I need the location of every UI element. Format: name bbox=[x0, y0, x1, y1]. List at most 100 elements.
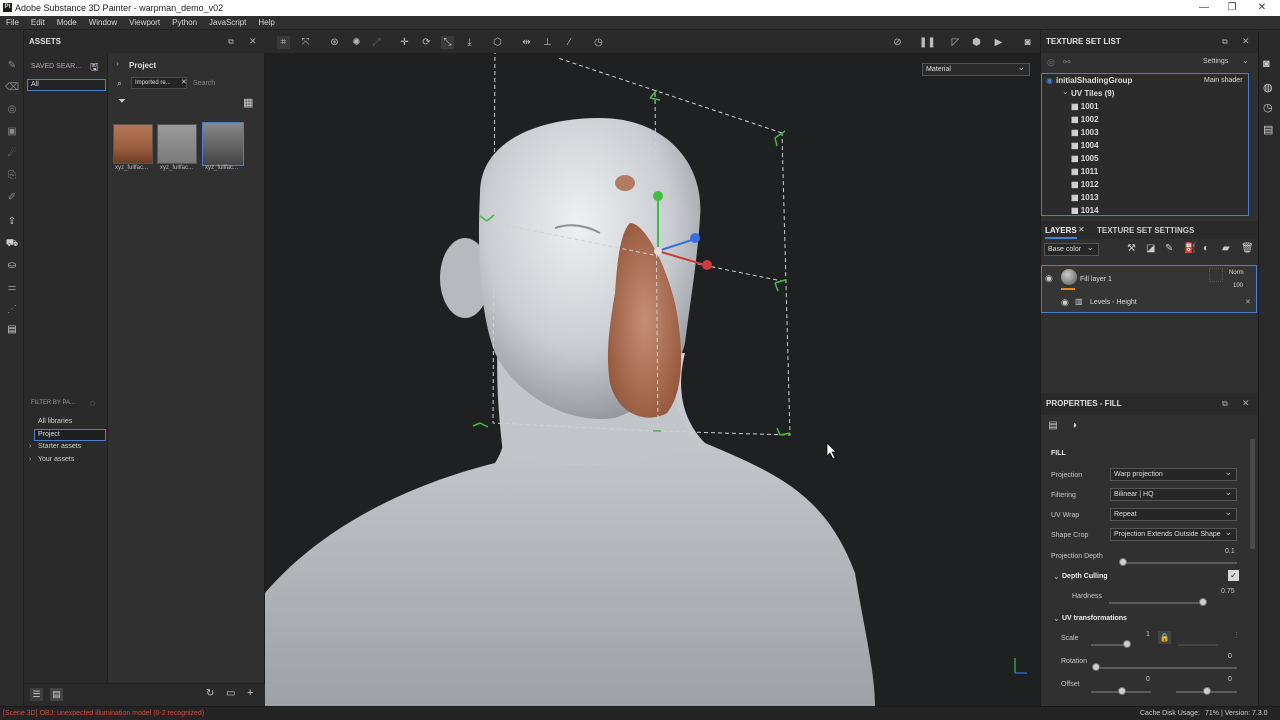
video-icon[interactable]: ▶ bbox=[992, 36, 1005, 49]
visibility-icon[interactable]: ◎ bbox=[1047, 57, 1055, 68]
grid-view-icon[interactable]: ▦ bbox=[243, 96, 253, 109]
shelf-icon[interactable]: ▤ bbox=[5, 323, 19, 337]
tab-layers[interactable]: LAYERS bbox=[1045, 226, 1077, 239]
chevron-right-icon[interactable]: › bbox=[116, 59, 119, 68]
add-icon[interactable]: + bbox=[247, 687, 253, 699]
chevron-right-icon[interactable]: › bbox=[29, 456, 31, 463]
light-icon[interactable]: ✺ bbox=[350, 36, 363, 49]
menu-python[interactable]: Python bbox=[166, 16, 203, 30]
filtering-dropdown[interactable]: Bilinear | HQ bbox=[1110, 487, 1237, 501]
camera-settings-icon[interactable]: ◙ bbox=[1263, 58, 1270, 70]
assets-icon[interactable]: ⇪ bbox=[5, 215, 19, 229]
cube-icon[interactable]: ⬡ bbox=[491, 36, 504, 49]
align-icon[interactable]: ⊥ bbox=[541, 36, 554, 49]
menu-file[interactable]: File bbox=[0, 16, 25, 30]
clone-icon[interactable]: ⎘ bbox=[5, 169, 19, 183]
link-icon[interactable]: ⚯ bbox=[1063, 57, 1071, 68]
uv-tile[interactable]: ▦ 1005 bbox=[1071, 152, 1246, 165]
detail-view-icon[interactable]: ▤ bbox=[50, 688, 63, 701]
menu-edit[interactable]: Edit bbox=[25, 16, 51, 30]
chevron-down-icon[interactable]: ⌄ bbox=[1242, 56, 1249, 65]
slider-knob[interactable] bbox=[1123, 640, 1131, 648]
slider-knob[interactable] bbox=[1199, 598, 1208, 606]
rotation-slider[interactable] bbox=[1099, 667, 1237, 669]
chevron-down-icon[interactable]: ⌄ bbox=[1053, 614, 1060, 623]
filter-icon[interactable]: ⏷ bbox=[118, 96, 126, 107]
crop-icon[interactable]: ⌗ bbox=[277, 36, 290, 49]
3d-view-icon[interactable]: ⬢ bbox=[970, 36, 983, 49]
add-fill-layer-icon[interactable]: ⛽ bbox=[1184, 243, 1196, 254]
search-input[interactable]: Search bbox=[193, 80, 215, 87]
offset-y-value[interactable]: 0 bbox=[1228, 676, 1232, 683]
viewport-scene[interactable] bbox=[265, 53, 1040, 706]
shading-group[interactable]: initialShadingGroup bbox=[1056, 74, 1132, 87]
add-mask-icon[interactable]: ◪ bbox=[1146, 243, 1155, 254]
uv-tiles-label[interactable]: UV Tiles (9) bbox=[1071, 87, 1114, 100]
projection-depth-value[interactable]: 0.1 bbox=[1225, 548, 1235, 555]
close-panel-icon[interactable]: ✕ bbox=[1242, 398, 1250, 409]
properties-scrollbar[interactable] bbox=[1250, 439, 1255, 549]
annotation-icon[interactable]: ⋰ bbox=[5, 303, 19, 317]
close-icon[interactable]: ✕ bbox=[1252, 2, 1272, 14]
offset-x-value[interactable]: 0 bbox=[1146, 676, 1150, 683]
projection-depth-slider[interactable] bbox=[1121, 562, 1237, 564]
mirror-icon[interactable]: ⇹ bbox=[520, 36, 533, 49]
move-icon[interactable]: ✛ bbox=[398, 36, 411, 49]
clock-icon[interactable]: ◷ bbox=[592, 36, 605, 49]
eye-icon[interactable]: ◉ bbox=[1061, 297, 1069, 308]
transform-icon[interactable]: ⤧ bbox=[299, 36, 312, 49]
history-icon[interactable]: ◷ bbox=[1263, 101, 1273, 114]
slider-knob[interactable] bbox=[1119, 558, 1128, 566]
add-smart-material-icon[interactable]: ◐ bbox=[1203, 243, 1209, 254]
screenshot-icon[interactable]: ◙ bbox=[1021, 36, 1034, 49]
breadcrumb[interactable]: Project bbox=[129, 61, 156, 70]
undock-icon[interactable]: ⧉ bbox=[1222, 37, 1228, 47]
filter-input[interactable]: All bbox=[27, 79, 106, 91]
uv-tile[interactable]: ▦ 1001 bbox=[1071, 100, 1246, 113]
pause-icon[interactable]: ❚❚ bbox=[919, 36, 936, 49]
menu-help[interactable]: Help bbox=[252, 16, 280, 30]
new-folder-icon[interactable]: ▭ bbox=[226, 688, 235, 699]
2d-view-icon[interactable]: ◸ bbox=[949, 36, 962, 49]
scale-value[interactable]: 1 bbox=[1146, 631, 1150, 638]
status-error[interactable]: [Scene 3D] OBJ: unexpected illumination … bbox=[3, 707, 204, 720]
display-settings-icon[interactable]: ◍ bbox=[1263, 81, 1273, 94]
mask-slot[interactable] bbox=[1209, 268, 1223, 282]
menu-window[interactable]: Window bbox=[83, 16, 123, 30]
paint-brush-icon[interactable]: ✎ bbox=[5, 59, 19, 73]
smudge-icon[interactable]: ☄ bbox=[5, 147, 19, 161]
uv-tile[interactable]: ▦ 1003 bbox=[1071, 126, 1246, 139]
asset-thumbnail-selected[interactable] bbox=[202, 122, 244, 166]
layer-name[interactable]: Fill layer 1 bbox=[1080, 276, 1112, 283]
picker-icon[interactable]: ✐ bbox=[5, 191, 19, 205]
uv-wrap-dropdown[interactable]: Repeat bbox=[1110, 507, 1237, 521]
eye-icon[interactable]: ◉ bbox=[1045, 273, 1053, 284]
library-starter[interactable]: Starter assets bbox=[38, 443, 81, 450]
lock-icon[interactable]: 🔒 bbox=[1158, 631, 1171, 644]
properties-tab-icon[interactable]: ▤ bbox=[1046, 419, 1060, 433]
hardness-slider[interactable] bbox=[1109, 602, 1205, 604]
depth-culling-checkbox[interactable]: ✓ bbox=[1228, 570, 1239, 581]
shape-crop-dropdown[interactable]: Projection Extends Outside Shape bbox=[1110, 527, 1237, 541]
eye-icon[interactable]: ◉ bbox=[1046, 76, 1053, 85]
camera-off-icon[interactable]: ⊘ bbox=[891, 36, 904, 49]
uv-tile[interactable]: ▦ 1014 bbox=[1071, 204, 1246, 214]
library-your-assets[interactable]: Your assets bbox=[38, 456, 74, 463]
slider-knob[interactable] bbox=[1118, 687, 1126, 695]
close-tab-icon[interactable]: ✕ bbox=[1078, 225, 1085, 234]
menu-viewport[interactable]: Viewport bbox=[123, 16, 166, 30]
remove-effect-icon[interactable]: ✕ bbox=[1245, 298, 1251, 306]
rotation-value[interactable]: 0 bbox=[1228, 653, 1232, 660]
tab-texture-set-settings[interactable]: TEXTURE SET SETTINGS bbox=[1097, 226, 1194, 235]
channel-dropdown[interactable]: Base color bbox=[1044, 242, 1099, 256]
uv-tile[interactable]: ▦ 1013 bbox=[1071, 191, 1246, 204]
log-icon[interactable]: ▤ bbox=[1263, 123, 1273, 136]
projection-dropdown[interactable]: Warp projection bbox=[1110, 467, 1237, 481]
settings-dropdown[interactable]: Settings bbox=[1203, 58, 1228, 65]
eraser-icon[interactable]: ⌫ bbox=[5, 81, 19, 95]
library-all[interactable]: All libraries bbox=[38, 418, 72, 425]
projection-icon[interactable]: ◎ bbox=[5, 103, 19, 117]
3d-viewport[interactable]: ⌗ ⤧ ⊛ ✺ ⤢ ✛ ⟳ ⤡ ⤓ ⬡ ⇹ ⊥ ⁄ ◷ ⊘ ❚❚ ◸ ⬢ ▶ ◙… bbox=[265, 31, 1040, 706]
menu-javascript[interactable]: JavaScript bbox=[203, 16, 252, 30]
scale-icon[interactable]: ⤡ bbox=[441, 36, 454, 49]
